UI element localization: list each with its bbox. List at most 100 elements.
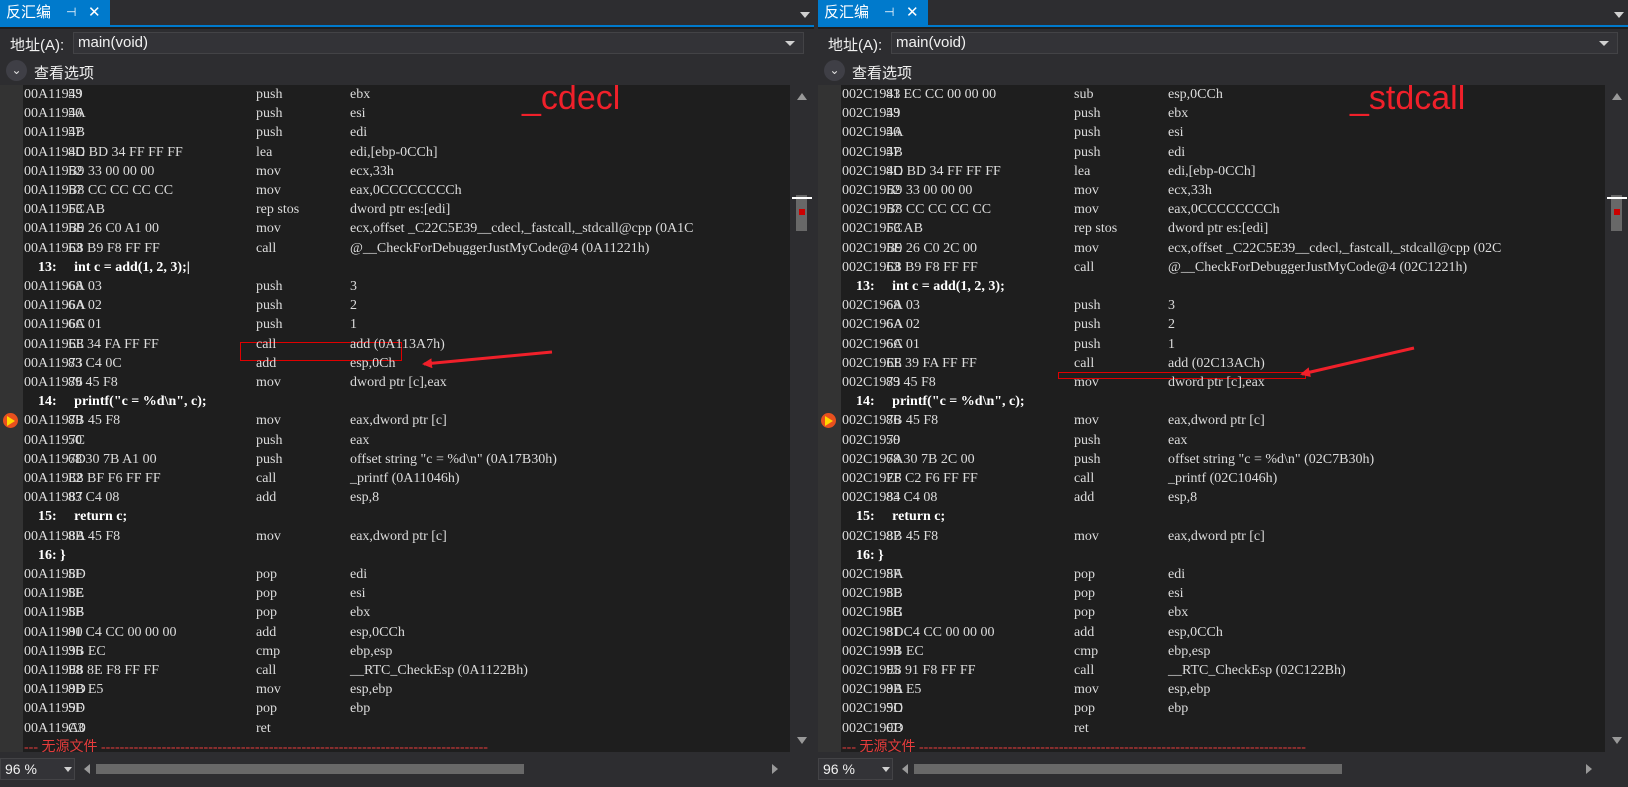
instruction-line[interactable]: 002C198A 5F pop edi <box>818 565 1605 584</box>
instruction-line[interactable]: 002C1957 B8 CC CC CC CC mov eax,0CCCCCCCCh <box>818 200 1605 219</box>
source-line[interactable]: 15: return c; <box>0 507 790 526</box>
instruction-line[interactable]: 002C1976 8B 45 F8 mov eax,dword ptr [c] <box>818 411 1605 430</box>
instruction-line[interactable]: 00A11949 53 push ebx <box>0 85 790 104</box>
instruction-line[interactable]: 00A1196E E8 34 FA FF FF call add (0A113A7h) <box>0 335 790 354</box>
scroll-left-icon[interactable] <box>902 764 908 774</box>
scroll-up-icon[interactable] <box>797 93 807 100</box>
no-source-separator[interactable]: --- 无源文件 -------------------------------… <box>0 738 790 752</box>
instruction-line[interactable]: 002C1943 81 EC CC 00 00 00 sub esp,0CCh <box>818 85 1605 104</box>
instruction-line[interactable]: 002C199A 8B E5 mov esp,ebp <box>818 680 1605 699</box>
instruction-line[interactable]: 00A11979 8B 45 F8 mov eax,dword ptr [c] <box>0 411 790 430</box>
scroll-up-icon[interactable] <box>1612 93 1622 100</box>
pin-icon[interactable]: ⊣ <box>66 0 76 25</box>
view-options-label[interactable]: 查看选项 <box>852 62 912 83</box>
instruction-line[interactable]: 002C194A 56 push esi <box>818 123 1605 142</box>
instruction-line[interactable]: 00A11996 3B EC cmp ebp,esp <box>0 642 790 661</box>
instruction-line[interactable]: 00A1195E B9 26 C0 A1 00 mov ecx,offset _C22… <box>0 219 790 238</box>
instruction-line[interactable]: 00A1194A 56 push esi <box>0 104 790 123</box>
instruction-line[interactable]: 002C1968 6A 03 push 3 <box>818 296 1605 315</box>
instruction-line[interactable]: 002C1995 E8 91 F8 FF FF call __RTC_CheckEsp… <box>818 661 1605 680</box>
source-line[interactable]: 14: printf("c = %d\n", c); <box>818 392 1605 411</box>
instruction-line[interactable]: 00A1196A 6A 02 push 2 <box>0 296 790 315</box>
instruction-line[interactable]: 002C199D C3 ret <box>818 719 1605 738</box>
expand-chevron-icon[interactable]: ⌄ <box>6 60 27 81</box>
instruction-line[interactable]: 002C196A 6A 02 push 2 <box>818 315 1605 334</box>
instruction-line[interactable]: 002C196C 6A 01 push 1 <box>818 335 1605 354</box>
source-line[interactable]: 14: printf("c = %d\n", c); <box>0 392 790 411</box>
address-input[interactable]: main(void) <box>891 32 1618 54</box>
horizontal-scrollbar-thumb[interactable] <box>96 764 524 774</box>
instruction-line[interactable]: 00A1198D 5F pop edi <box>0 565 790 584</box>
pin-icon[interactable]: ⊣ <box>884 0 894 25</box>
breakpoint-current-icon[interactable] <box>3 413 18 429</box>
instruction-line[interactable]: 002C1973 89 45 F8 mov dword ptr [c],eax <box>818 373 1605 392</box>
instruction-line[interactable]: 00A1197C 50 push eax <box>0 431 790 450</box>
instruction-line[interactable]: 002C198B 5E pop esi <box>818 584 1605 603</box>
instruction-line[interactable]: 00A1198A 8B 45 F8 mov eax,dword ptr [c] <box>0 527 790 546</box>
instruction-line[interactable]: 00A1194B 57 push edi <box>0 123 790 142</box>
disassembly-code-area[interactable]: _cdecl 00A11949 53 push ebx 00A1194A 56 push es… <box>0 85 790 752</box>
instruction-line[interactable]: 00A11976 89 45 F8 mov dword ptr [c],eax <box>0 373 790 392</box>
instruction-line[interactable]: 002C196E E8 39 FA FF FF call add (02C13ACh) <box>818 354 1605 373</box>
close-icon[interactable]: ✕ <box>88 0 101 25</box>
instruction-line[interactable]: 002C1984 83 C4 08 add esp,8 <box>818 488 1605 507</box>
instruction-line[interactable]: 002C195E B9 26 C0 2C 00 mov ecx,offset _C22… <box>818 239 1605 258</box>
instruction-line[interactable]: 002C197F E8 C2 F6 FF FF call _printf (02C10… <box>818 469 1605 488</box>
instruction-line[interactable]: 002C1987 8B 45 F8 mov eax,dword ptr [c] <box>818 527 1605 546</box>
instruction-line[interactable]: 00A11973 83 C4 0C add esp,0Ch <box>0 354 790 373</box>
instruction-line[interactable]: 00A1199D 8B E5 mov esp,ebp <box>0 680 790 699</box>
instruction-line[interactable]: 00A1197D 68 30 7B A1 00 push offset string … <box>0 450 790 469</box>
scroll-down-icon[interactable] <box>797 737 807 744</box>
chevron-down-icon[interactable] <box>800 12 810 18</box>
instruction-line[interactable]: 00A11987 83 C4 08 add esp,8 <box>0 488 790 507</box>
instruction-line[interactable]: 002C1963 E8 B9 F8 FF FF call @__CheckForDeb… <box>818 258 1605 277</box>
instruction-line[interactable]: 002C198D 81 C4 CC 00 00 00 add esp,0CCh <box>818 623 1605 642</box>
instruction-line[interactable]: 00A11952 B9 33 00 00 00 mov ecx,33h <box>0 162 790 181</box>
instruction-line[interactable]: 002C1993 3B EC cmp ebp,esp <box>818 642 1605 661</box>
scroll-down-icon[interactable] <box>1612 737 1622 744</box>
scroll-left-icon[interactable] <box>84 764 90 774</box>
no-source-separator[interactable]: --- 无源文件 -------------------------------… <box>818 738 1605 752</box>
chevron-down-icon[interactable] <box>1599 41 1609 46</box>
source-line[interactable]: 13: int c = add(1, 2, 3);| <box>0 258 790 277</box>
instruction-line[interactable]: 00A1199F 5D pop ebp <box>0 699 790 718</box>
vertical-scrollbar[interactable] <box>790 85 814 752</box>
instruction-line[interactable]: 002C194C 8D BD 34 FF FF FF lea edi,[ebp-0CC… <box>818 162 1605 181</box>
instruction-line[interactable]: 00A1196C 6A 01 push 1 <box>0 315 790 334</box>
instruction-line[interactable]: 002C1979 50 push eax <box>818 431 1605 450</box>
instruction-line[interactable]: 00A1198F 5B pop ebx <box>0 603 790 622</box>
chevron-down-icon[interactable] <box>882 767 890 772</box>
source-line[interactable]: 13: int c = add(1, 2, 3); <box>818 277 1605 296</box>
source-line[interactable]: 16: } <box>0 546 790 565</box>
instruction-line[interactable]: 00A11957 B8 CC CC CC CC mov eax,0CCCCCCCCh <box>0 181 790 200</box>
disassembly-code-area[interactable]: _stdcall 002C1943 81 EC CC 00 00 00 sub esp… <box>818 85 1605 752</box>
instruction-line[interactable]: 002C198C 5B pop ebx <box>818 603 1605 622</box>
instruction-line[interactable]: 00A11963 E8 B9 F8 FF FF call @__CheckForDeb… <box>0 239 790 258</box>
breakpoint-current-icon[interactable] <box>821 413 836 429</box>
instruction-line[interactable]: 00A11998 E8 8E F8 FF FF call __RTC_CheckEsp… <box>0 661 790 680</box>
chevron-down-icon[interactable] <box>64 767 72 772</box>
vertical-scrollbar[interactable] <box>1605 85 1628 752</box>
expand-chevron-icon[interactable]: ⌄ <box>824 60 845 81</box>
instruction-line[interactable]: 00A1195C F3 AB rep stos dword ptr es:[edi] <box>0 200 790 219</box>
instruction-line[interactable]: 002C1952 B9 33 00 00 00 mov ecx,33h <box>818 181 1605 200</box>
instruction-line[interactable]: 00A1194C 8D BD 34 FF FF FF lea edi,[ebp-0CC… <box>0 143 790 162</box>
address-input[interactable]: main(void) <box>73 32 804 54</box>
instruction-line[interactable]: 002C197A 68 30 7B 2C 00 push offset string … <box>818 450 1605 469</box>
view-options-label[interactable]: 查看选项 <box>34 62 94 83</box>
scroll-right-icon[interactable] <box>772 764 778 774</box>
instruction-line[interactable]: 00A11990 81 C4 CC 00 00 00 add esp,0CCh <box>0 623 790 642</box>
instruction-line[interactable]: 00A11982 E8 BF F6 FF FF call _printf (0A110… <box>0 469 790 488</box>
instruction-line[interactable]: 00A119A0 C3 ret <box>0 719 790 738</box>
chevron-down-icon[interactable] <box>785 41 795 46</box>
scroll-right-icon[interactable] <box>1586 764 1592 774</box>
instruction-line[interactable]: 00A1198E 5E pop esi <box>0 584 790 603</box>
close-icon[interactable]: ✕ <box>906 0 919 25</box>
tab-disassembly[interactable]: 反汇编 ⊣ ✕ <box>0 0 110 25</box>
source-line[interactable]: 16: } <box>818 546 1605 565</box>
horizontal-scrollbar-thumb[interactable] <box>914 764 1342 774</box>
chevron-down-icon[interactable] <box>1614 12 1624 18</box>
instruction-line[interactable]: 002C194B 57 push edi <box>818 143 1605 162</box>
instruction-line[interactable]: 002C195C F3 AB rep stos dword ptr es:[edi] <box>818 219 1605 238</box>
source-line[interactable]: 15: return c; <box>818 507 1605 526</box>
